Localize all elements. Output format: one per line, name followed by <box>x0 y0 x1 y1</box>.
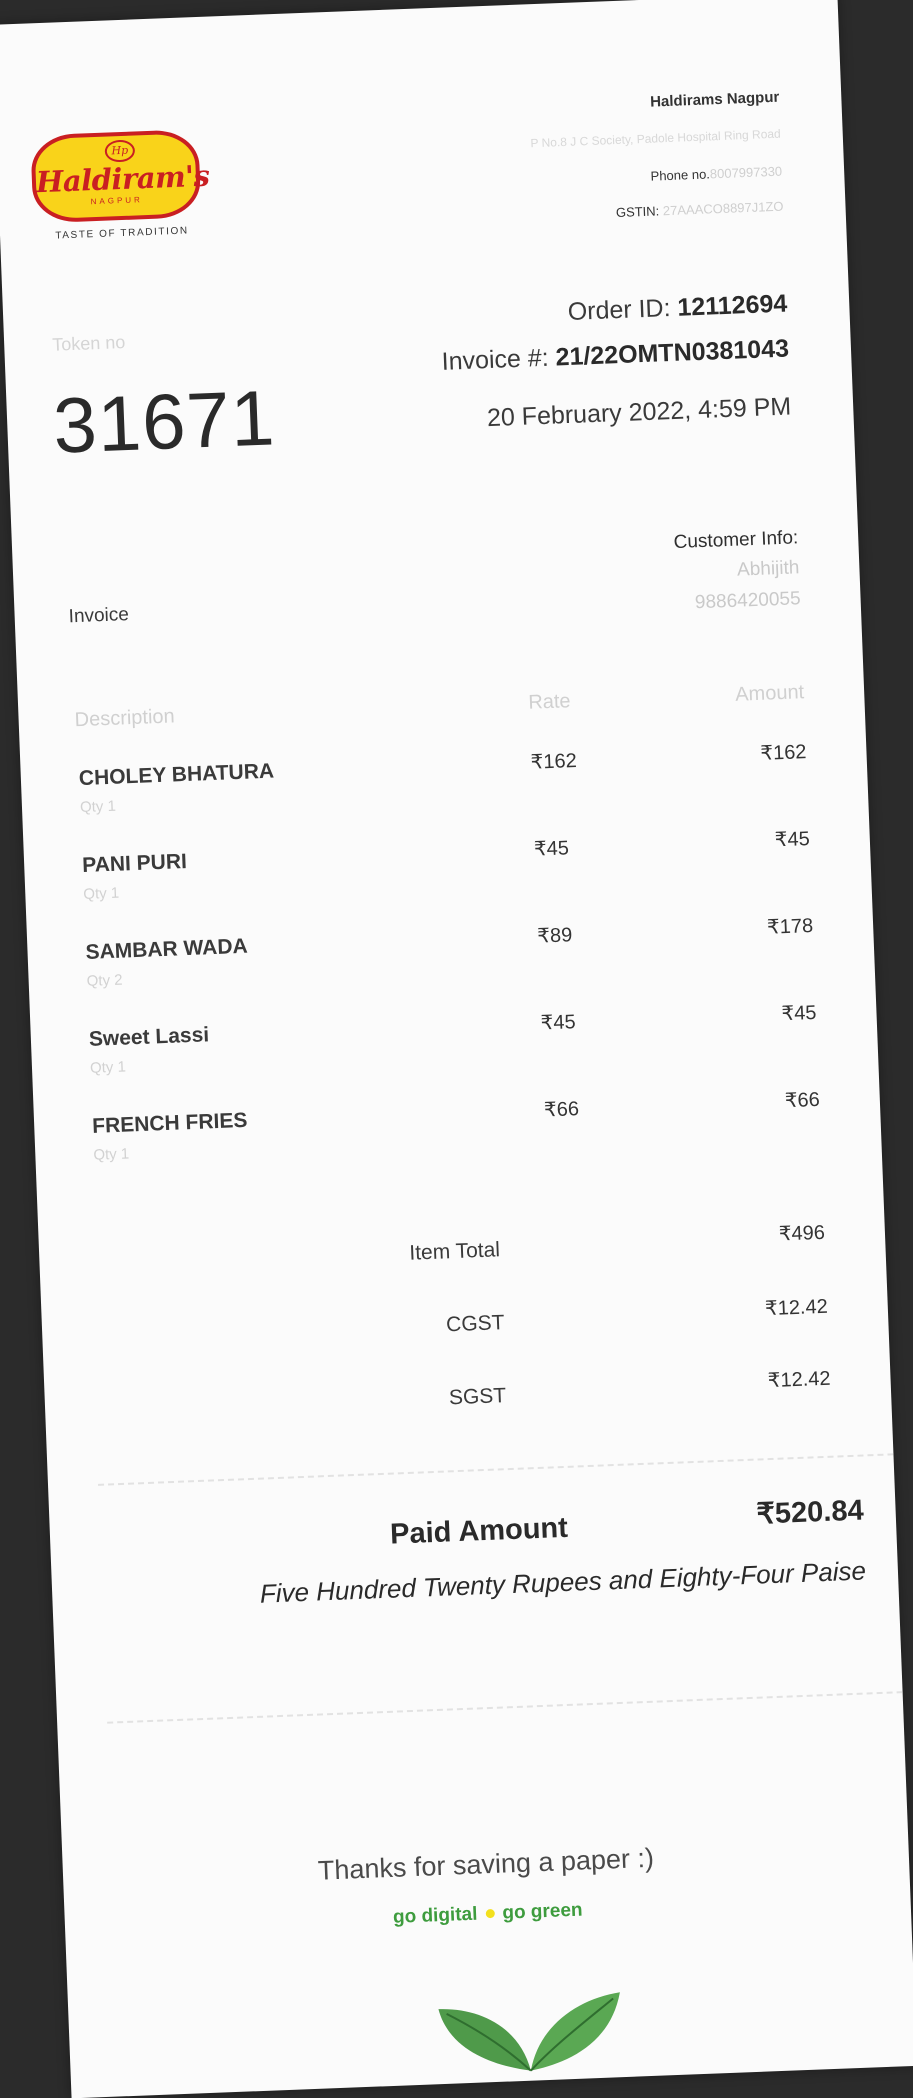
order-date: 20 February 2022, 4:59 PM <box>486 392 792 433</box>
item-name: SAMBAR WADA <box>85 934 249 964</box>
item-rate: ₹45 <box>540 1011 577 1035</box>
item-name: CHOLEY BHATURA <box>78 759 275 791</box>
column-header-amount: Amount <box>734 681 805 706</box>
thanks-message: Thanks for saving a paper :) <box>317 1842 655 1886</box>
item-qty: Qty 1 <box>93 1145 130 1164</box>
order-id-label: Order ID: <box>567 294 672 326</box>
go-green-tagline: go digital go green <box>65 1887 911 1941</box>
logo-tagline: TASTE OF TRADITION <box>55 225 189 242</box>
gstin-value: 27AAACO8897J1ZO <box>662 198 784 219</box>
item-amount: ₹45 <box>781 1001 817 1026</box>
store-phone: Phone no.8007997330 <box>650 164 782 184</box>
cgst-value: ₹12.42 <box>764 1295 829 1321</box>
invoice-title: Invoice <box>68 604 130 628</box>
customer-info-label: Customer Info: <box>673 527 799 554</box>
token-label: Token no <box>51 331 126 355</box>
sgst-label: SGST <box>448 1384 507 1410</box>
item-amount: ₹178 <box>766 915 814 939</box>
invoice-number: 21/22OMTN0381043 <box>555 334 790 372</box>
item-total-value: ₹496 <box>778 1221 826 1246</box>
divider <box>98 1453 894 1486</box>
item-rate: ₹89 <box>536 924 573 948</box>
item-name: Sweet Lassi <box>88 1023 210 1051</box>
logo-badge: Hp Haldiram's NAGPUR <box>30 129 210 224</box>
paid-amount-label: Paid Amount <box>389 1511 569 1551</box>
gstin-label: GSTIN: <box>615 203 660 221</box>
item-rate: ₹162 <box>530 749 578 774</box>
leaf-icon <box>438 1992 620 2072</box>
column-header-rate: Rate <box>527 690 571 714</box>
item-name: PANI PURI <box>81 850 188 878</box>
haldirams-logo: Hp Haldiram's NAGPUR TASTE OF TRADITION <box>26 128 220 255</box>
divider <box>107 1691 903 1724</box>
item-qty: Qty 2 <box>86 971 123 990</box>
token-number: 31671 <box>51 373 277 470</box>
amount-in-words: Five Hundred Twenty Rupees and Eighty-Fo… <box>259 1555 867 1609</box>
item-name: FRENCH FRIES <box>91 1108 248 1138</box>
phone-label: Phone no. <box>650 166 711 184</box>
go-green-text: go green <box>501 1899 583 1924</box>
item-qty: Qty 1 <box>89 1058 127 1077</box>
item-rate: ₹66 <box>543 1098 580 1122</box>
customer-name: Abhijith <box>736 557 800 581</box>
invoice-number-line: Invoice #: 21/22OMTN0381043 <box>441 335 789 377</box>
item-amount: ₹66 <box>784 1088 821 1113</box>
store-address: P No.8 J C Society, Padole Hospital Ring… <box>530 126 781 151</box>
customer-phone: 9886420055 <box>694 588 801 614</box>
item-rate: ₹45 <box>533 837 570 861</box>
order-id-line: Order ID: 12112694 <box>567 290 788 327</box>
go-digital-text: go digital <box>392 1903 478 1928</box>
logo-monogram: Hp <box>104 139 136 163</box>
receipt-paper: Hp Haldiram's NAGPUR TASTE OF TRADITION … <box>0 0 913 2098</box>
item-qty: Qty 1 <box>79 797 117 817</box>
item-amount: ₹162 <box>759 741 807 765</box>
phone-value: 8007997330 <box>709 163 783 182</box>
column-header-description: Description <box>74 705 176 732</box>
paid-amount-value: ₹520.84 <box>755 1494 865 1531</box>
item-amount: ₹45 <box>774 828 811 852</box>
store-gstin: GSTIN: 27AAACO8897J1ZO <box>616 199 784 220</box>
store-name: Haldirams Nagpur <box>649 88 780 111</box>
item-qty: Qty 1 <box>83 884 120 903</box>
order-id: 12112694 <box>676 289 788 322</box>
cgst-label: CGST <box>445 1311 505 1337</box>
dot-separator <box>485 1909 495 1919</box>
item-total-label: Item Total <box>408 1238 501 1265</box>
sgst-value: ₹12.42 <box>767 1367 831 1393</box>
invoice-number-label: Invoice #: <box>441 343 550 376</box>
